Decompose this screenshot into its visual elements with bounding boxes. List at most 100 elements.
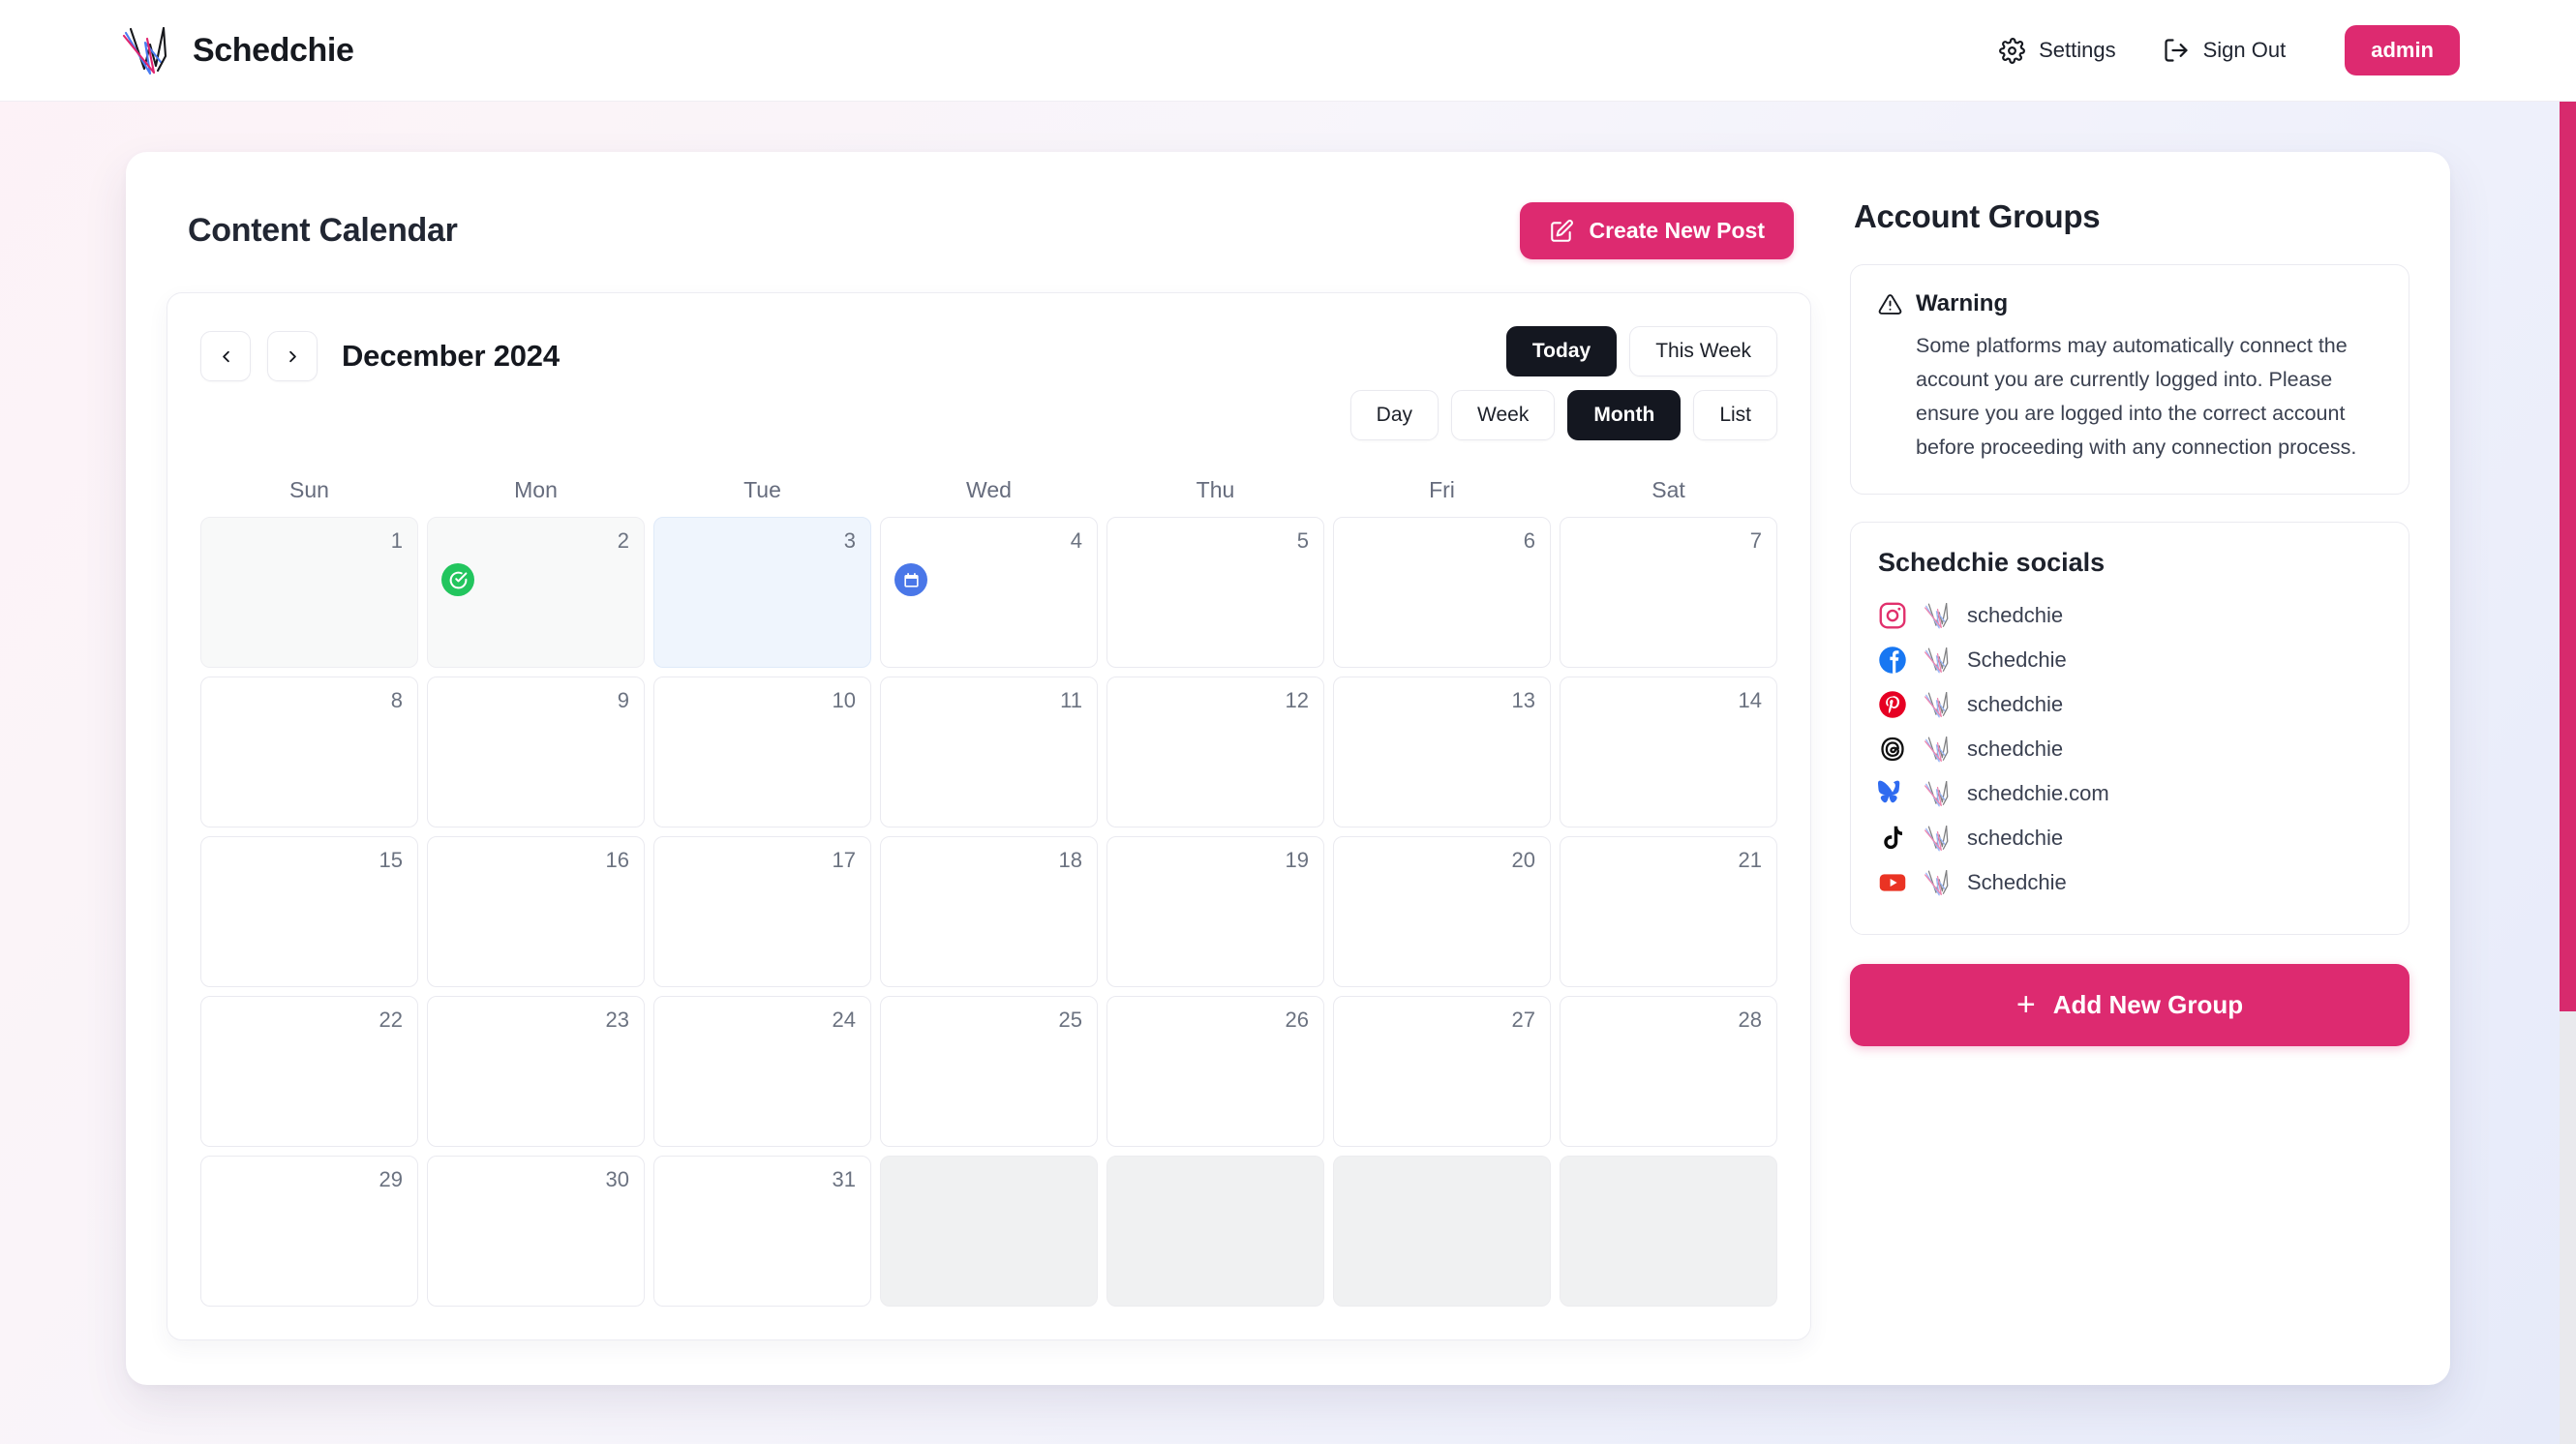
calendar-empty-cell xyxy=(1333,1156,1551,1307)
brand[interactable]: Schedchie xyxy=(121,23,354,77)
connected-account-name: schedchie xyxy=(1967,737,2064,762)
calendar-day-cell[interactable]: 31 xyxy=(653,1156,871,1307)
calendar-day-number: 4 xyxy=(1070,528,1082,553)
calendar-day-cell[interactable]: 14 xyxy=(1560,677,1777,827)
view-day-button[interactable]: Day xyxy=(1349,390,1440,440)
weekday-label: Sat xyxy=(1652,477,1685,502)
weekday-label: Thu xyxy=(1196,477,1235,502)
add-new-group-label: Add New Group xyxy=(2052,990,2244,1020)
avatar xyxy=(1923,735,1952,764)
current-month-label: December 2024 xyxy=(342,339,560,373)
calendar-day-cell[interactable]: 4 xyxy=(880,517,1098,668)
calendar-day-cell[interactable]: 28 xyxy=(1560,996,1777,1147)
calendar-day-number: 3 xyxy=(843,528,856,553)
page-scrollbar-track[interactable] xyxy=(2560,102,2576,1444)
calendar-day-cell[interactable]: 12 xyxy=(1106,677,1324,827)
calendar-day-cell[interactable]: 9 xyxy=(427,677,645,827)
calendar-day-cell[interactable]: 29 xyxy=(200,1156,418,1307)
range-button-group: Today This Week xyxy=(1505,326,1777,376)
sign-out-button[interactable]: Sign Out xyxy=(2163,37,2287,64)
calendar-icon xyxy=(903,572,919,587)
check-circle-icon xyxy=(449,571,467,588)
view-week-button[interactable]: Week xyxy=(1451,390,1556,440)
connected-account-row[interactable]: Schedchie xyxy=(1878,638,2381,682)
calendar-day-cell[interactable]: 25 xyxy=(880,996,1098,1147)
account-groups-column: Account Groups Warning Some platforms ma… xyxy=(1850,189,2409,1340)
connected-account-row[interactable]: schedchie xyxy=(1878,727,2381,771)
page-title: Content Calendar xyxy=(188,212,458,249)
calendar-empty-cell xyxy=(880,1156,1098,1307)
calendar-day-number: 7 xyxy=(1749,528,1762,553)
calendar-day-cell[interactable]: 15 xyxy=(200,836,418,987)
calendar-day-cell[interactable]: 3 xyxy=(653,517,871,668)
calendar-day-cell[interactable]: 7 xyxy=(1560,517,1777,668)
create-new-post-button[interactable]: Create New Post xyxy=(1520,202,1794,259)
avatar xyxy=(1923,601,1952,630)
connected-account-row[interactable]: schedchie.com xyxy=(1878,771,2381,816)
calendar-day-number: 18 xyxy=(1058,848,1082,872)
connected-account-row[interactable]: schedchie xyxy=(1878,682,2381,727)
avatar xyxy=(1923,779,1952,808)
sign-out-label: Sign Out xyxy=(2202,38,2287,62)
connected-account-name: Schedchie xyxy=(1967,870,2067,895)
connected-account-name: Schedchie xyxy=(1967,647,2067,673)
calendar-day-cell[interactable]: 30 xyxy=(427,1156,645,1307)
next-month-button[interactable] xyxy=(267,331,318,381)
page-scrollbar-thumb[interactable] xyxy=(2560,102,2576,1011)
calendar-day-grid: 1 2 3 4 5 6 7 8 9 10 11 12 13 14 15 16 17 18 19 20 21 22 23 24 2… xyxy=(200,517,1777,1307)
edit-square-icon xyxy=(1551,219,1574,242)
calendar-day-cell[interactable]: 5 xyxy=(1106,517,1324,668)
view-month-button[interactable]: Month xyxy=(1567,390,1682,440)
warning-triangle-icon xyxy=(1878,293,1902,315)
calendar-day-cell[interactable]: 22 xyxy=(200,996,418,1147)
calendar-event-badge[interactable] xyxy=(894,563,927,596)
instagram-icon xyxy=(1878,601,1907,630)
calendar-day-cell[interactable]: 8 xyxy=(200,677,418,827)
calendar-day-number: 8 xyxy=(390,688,403,712)
calendar-day-cell[interactable]: 23 xyxy=(427,996,645,1147)
connected-account-row[interactable]: schedchie xyxy=(1878,816,2381,860)
calendar-day-cell[interactable]: 2 xyxy=(427,517,645,668)
calendar-day-cell[interactable]: 21 xyxy=(1560,836,1777,987)
tiktok-icon xyxy=(1878,824,1907,853)
calendar-day-number: 19 xyxy=(1285,848,1309,872)
calendar-day-cell[interactable]: 13 xyxy=(1333,677,1551,827)
add-new-group-button[interactable]: + Add New Group xyxy=(1850,964,2409,1047)
calendar-day-cell[interactable]: 19 xyxy=(1106,836,1324,987)
connected-account-row[interactable]: Schedchie xyxy=(1878,860,2381,905)
account-group-name: Schedchie socials xyxy=(1878,548,2106,578)
calendar-day-cell[interactable]: 26 xyxy=(1106,996,1324,1147)
today-button[interactable]: Today xyxy=(1505,326,1618,376)
calendar-day-number: 5 xyxy=(1296,528,1309,553)
weekday-label: Sun xyxy=(289,477,329,502)
app-header: Schedchie Settings Sign Out admin xyxy=(0,0,2576,102)
plus-icon: + xyxy=(2015,986,2036,1024)
calendar-toolbar: December 2024 Today This Week Day Week M… xyxy=(200,326,1777,440)
calendar-event-badge[interactable] xyxy=(441,563,474,596)
calendar-day-cell[interactable]: 18 xyxy=(880,836,1098,987)
calendar-day-cell[interactable]: 27 xyxy=(1333,996,1551,1147)
settings-button[interactable]: Settings xyxy=(1999,37,2116,64)
calendar-header: Content Calendar Create New Post xyxy=(167,189,1811,259)
calendar-day-number: 24 xyxy=(832,1008,856,1032)
calendar-day-cell[interactable]: 10 xyxy=(653,677,871,827)
calendar-empty-cell xyxy=(1106,1156,1324,1307)
admin-user-button[interactable]: admin xyxy=(2345,25,2460,75)
calendar-day-cell[interactable]: 11 xyxy=(880,677,1098,827)
prev-month-button[interactable] xyxy=(200,331,251,381)
view-list-button[interactable]: List xyxy=(1693,390,1777,440)
calendar-day-number: 27 xyxy=(1511,1008,1535,1032)
calendar-day-cell[interactable]: 20 xyxy=(1333,836,1551,987)
calendar-day-cell[interactable]: 17 xyxy=(653,836,871,987)
this-week-button[interactable]: This Week xyxy=(1629,326,1777,376)
calendar-day-cell[interactable]: 6 xyxy=(1333,517,1551,668)
connected-account-row[interactable]: schedchie xyxy=(1878,593,2381,638)
sign-out-icon xyxy=(2164,39,2188,62)
calendar-day-cell[interactable]: 1 xyxy=(200,517,418,668)
calendar-day-cell[interactable]: 24 xyxy=(653,996,871,1147)
warning-header: Warning xyxy=(1878,290,2381,317)
calendar-day-number: 30 xyxy=(605,1167,629,1191)
facebook-icon xyxy=(1878,646,1907,675)
calendar-day-cell[interactable]: 16 xyxy=(427,836,645,987)
calendar-day-number: 10 xyxy=(832,688,856,712)
